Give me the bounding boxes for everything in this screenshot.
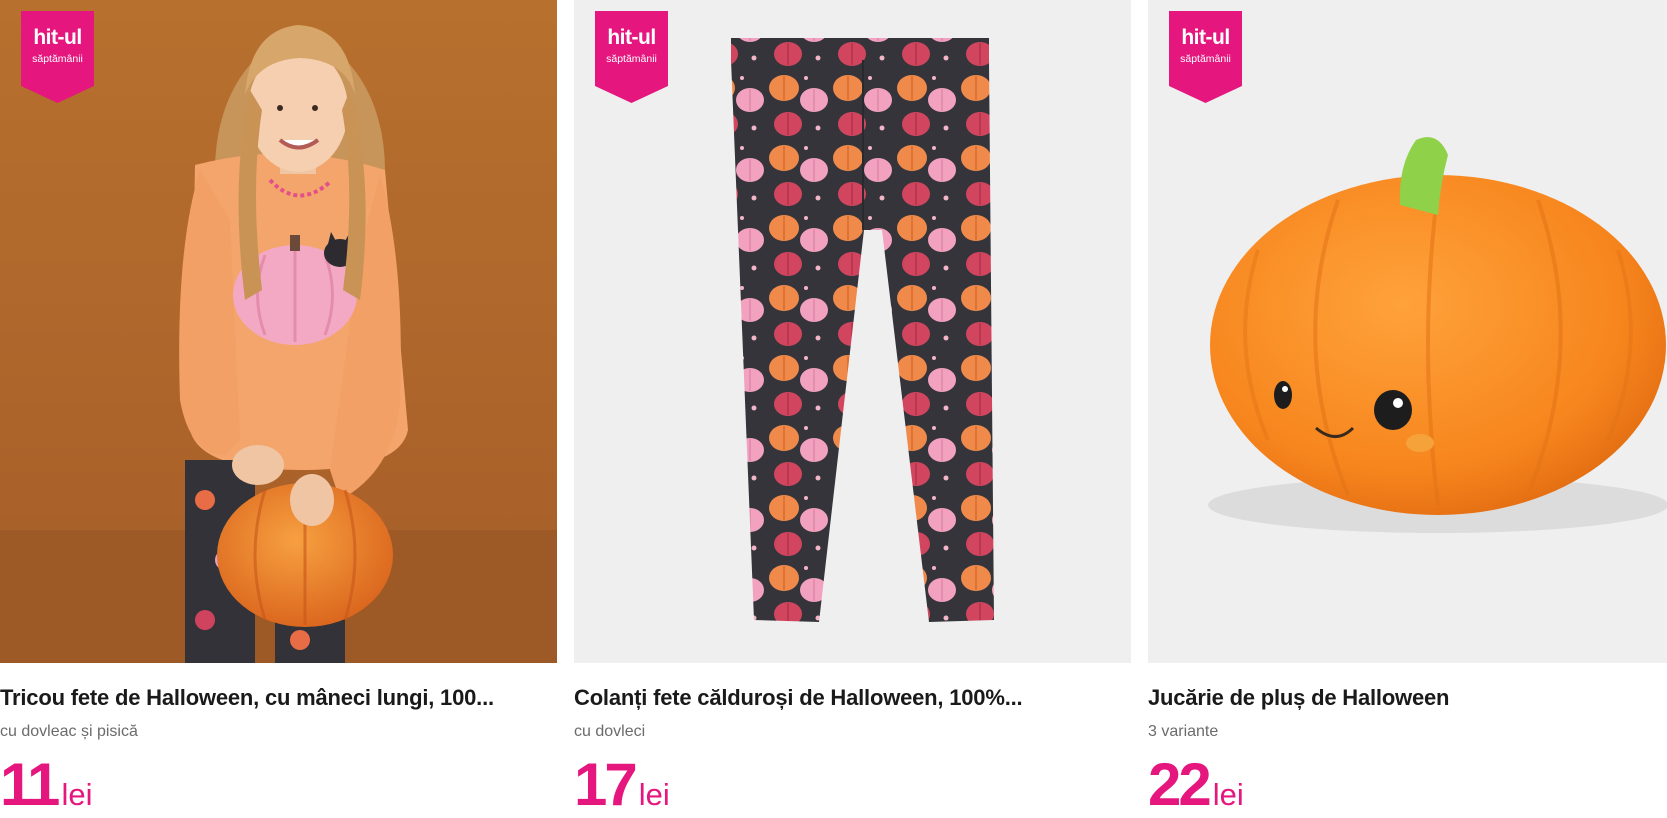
hit-badge: hit-ul săptămânii: [1169, 11, 1242, 103]
product-grid: hit-ul săptămânii Tricou fete de Hallowe…: [0, 0, 1667, 818]
product-card[interactable]: hit-ul săptămânii Tricou fete de Hallowe…: [0, 0, 557, 818]
product-card[interactable]: hit-ul săptămânii Colanți fete călduroși…: [574, 0, 1131, 818]
price-currency: lei: [638, 777, 670, 812]
product-title[interactable]: Jucărie de pluș de Halloween: [1148, 683, 1667, 713]
price-currency: lei: [1212, 777, 1244, 812]
badge-subtitle: săptămânii: [606, 53, 657, 65]
price-amount: 17: [574, 751, 638, 818]
hit-badge: hit-ul săptămânii: [595, 11, 668, 103]
product-card[interactable]: hit-ul săptămânii Jucărie de pluș de Hal…: [1148, 0, 1667, 818]
badge-subtitle: săptămânii: [1180, 53, 1231, 65]
price-currency: lei: [61, 777, 93, 812]
product-title[interactable]: Colanți fete călduroși de Halloween, 100…: [574, 683, 1131, 713]
product-subtitle: cu dovleac și pisică: [0, 723, 138, 740]
price-amount: 11: [0, 751, 60, 818]
product-price: 17 lei: [574, 752, 670, 818]
badge-title: hit-ul: [33, 26, 82, 49]
product-image[interactable]: hit-ul săptămânii: [0, 0, 557, 663]
badge-subtitle: săptămânii: [32, 53, 83, 65]
product-image[interactable]: hit-ul săptămânii: [1148, 0, 1667, 663]
product-price: 22 lei: [1148, 752, 1244, 818]
product-subtitle: cu dovleci: [574, 723, 646, 740]
product-image[interactable]: hit-ul săptămânii: [574, 0, 1131, 663]
price-amount: 22: [1148, 751, 1212, 818]
hit-badge: hit-ul săptămânii: [21, 11, 94, 103]
product-subtitle: 3 variante: [1148, 723, 1219, 740]
product-price: 11 lei: [0, 752, 92, 818]
product-title[interactable]: Tricou fete de Halloween, cu mâneci lung…: [0, 683, 557, 713]
badge-title: hit-ul: [607, 26, 656, 49]
badge-title: hit-ul: [1181, 26, 1230, 49]
